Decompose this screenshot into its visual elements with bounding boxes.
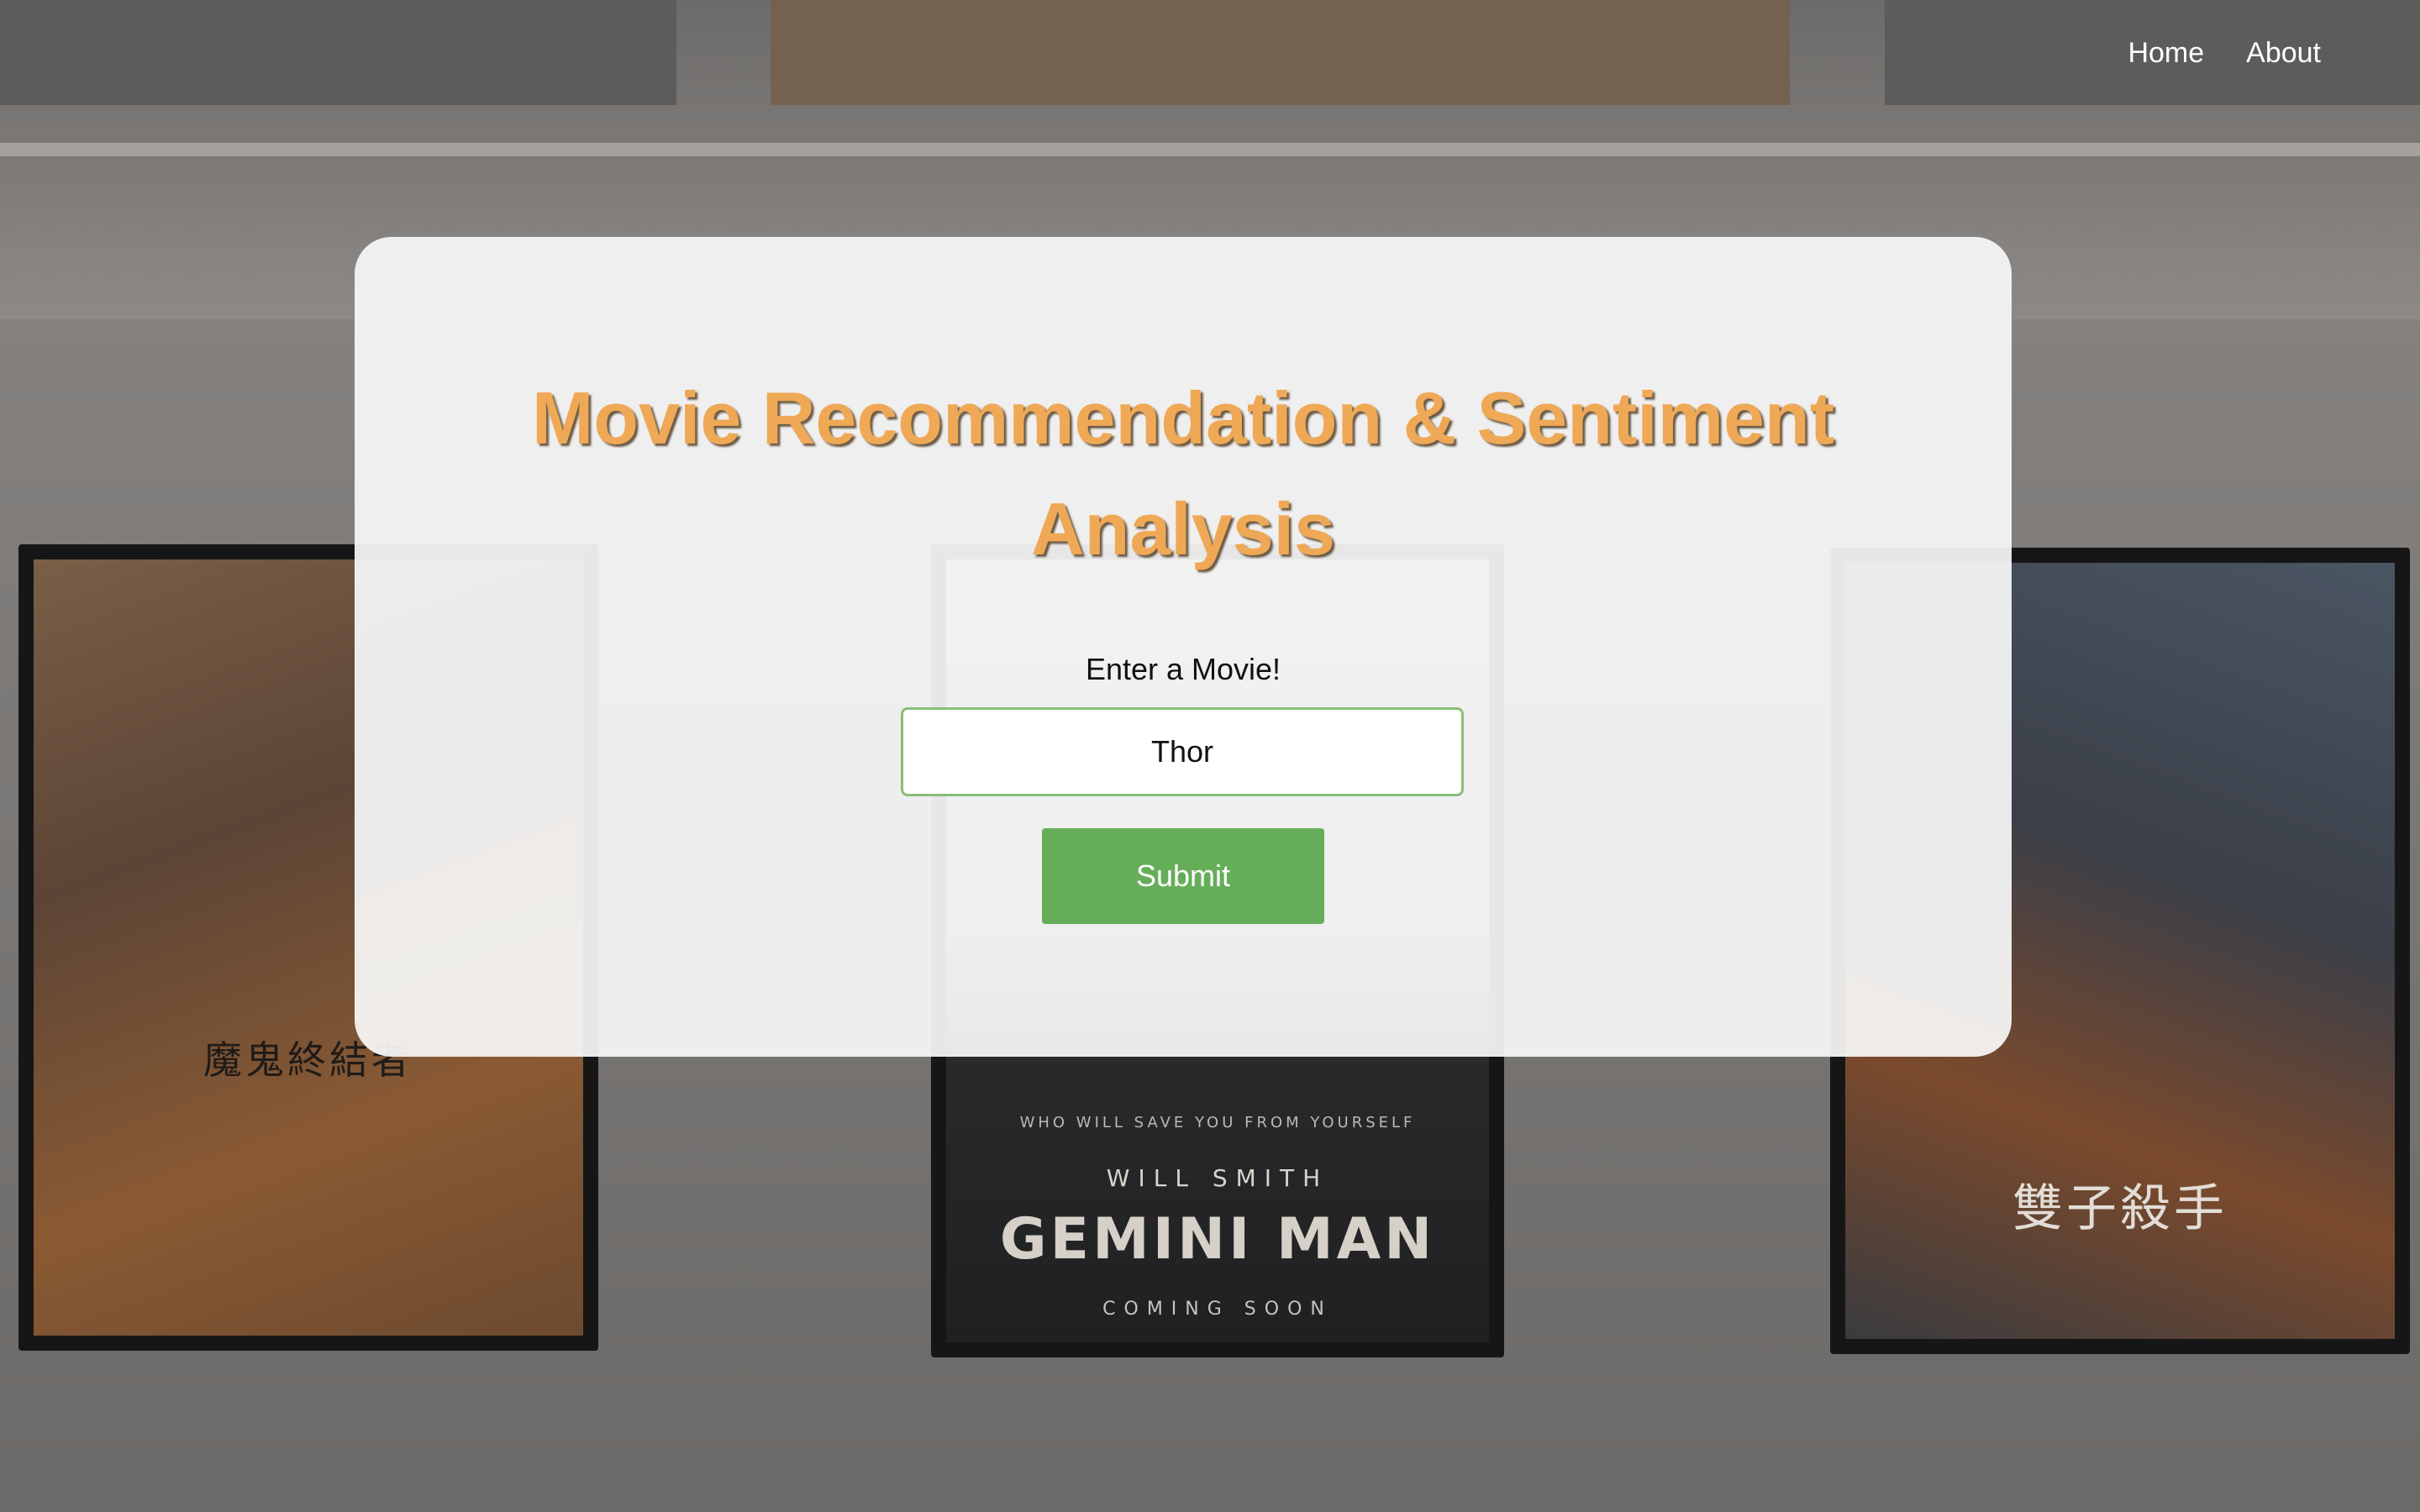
poster-center-tagline: WHO WILL SAVE YOU FROM YOURSELF: [1019, 1114, 1416, 1131]
ceiling-beam: [0, 143, 2420, 156]
poster-right-title: 雙子殺手: [2012, 1179, 2228, 1238]
page-title: Movie Recommendation & Sentiment Analysi…: [531, 376, 1834, 570]
nav-about-link[interactable]: About: [2246, 37, 2321, 70]
poster-center-bottom: COMING SOON: [1102, 1299, 1333, 1320]
search-card: Movie Recommendation & Sentiment Analysi…: [355, 237, 2012, 1057]
poster-center-actor: WILL SMITH: [1106, 1164, 1329, 1192]
submit-button[interactable]: Submit: [1042, 828, 1324, 924]
ceiling-panel: [0, 0, 676, 105]
page: 魔鬼終結者 WHO WILL SAVE YOU FROM YOURSELF WI…: [0, 0, 2420, 1512]
ceiling-panel: [771, 0, 1790, 105]
movie-input-label: Enter a Movie!: [1085, 652, 1281, 686]
movie-search-input[interactable]: [901, 707, 1464, 796]
poster-center-title: GEMINI MAN: [999, 1206, 1436, 1273]
nav-home-link[interactable]: Home: [2128, 37, 2204, 70]
top-nav: Home About: [2128, 37, 2321, 70]
